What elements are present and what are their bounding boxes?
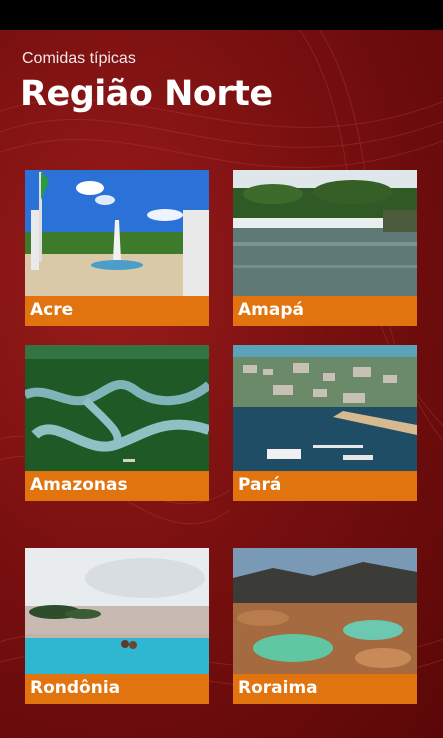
tile-roraima[interactable]: Roraima <box>233 548 417 704</box>
tile-label-bar: Amazonas <box>25 471 209 501</box>
acre-city-square-photo <box>25 170 209 296</box>
tile-label-bar: Acre <box>25 296 209 326</box>
tile-label-bar: Pará <box>233 471 417 501</box>
amapa-river-rapids-photo <box>233 170 417 296</box>
tile-label-amapa: Amapá <box>238 300 304 320</box>
rondonia-infinity-pool-photo <box>25 548 209 674</box>
amazonas-river-aerial-photo <box>25 345 209 471</box>
tile-label-acre: Acre <box>30 300 74 320</box>
tile-label-para: Pará <box>238 475 282 495</box>
tile-amazonas[interactable]: Amazonas <box>25 345 209 501</box>
tile-rondonia[interactable]: Rondônia <box>25 548 209 704</box>
tile-label-rondonia: Rondônia <box>30 678 121 698</box>
tile-label-bar: Amapá <box>233 296 417 326</box>
tile-label-bar: Rondônia <box>25 674 209 704</box>
tile-amapa[interactable]: Amapá <box>233 170 417 326</box>
page: Comidas típicas Região Norte Acre Amapá … <box>0 30 443 738</box>
tile-label-bar: Roraima <box>233 674 417 704</box>
status-bar <box>0 0 443 30</box>
tile-label-amazonas: Amazonas <box>30 475 128 495</box>
tile-acre[interactable]: Acre <box>25 170 209 326</box>
para-harbor-aerial-photo <box>233 345 417 471</box>
tile-para[interactable]: Pará <box>233 345 417 501</box>
page-title: Região Norte <box>20 74 273 114</box>
app-subtitle: Comidas típicas <box>22 50 136 67</box>
tile-label-roraima: Roraima <box>238 678 318 698</box>
roraima-rock-formation-photo <box>233 548 417 674</box>
